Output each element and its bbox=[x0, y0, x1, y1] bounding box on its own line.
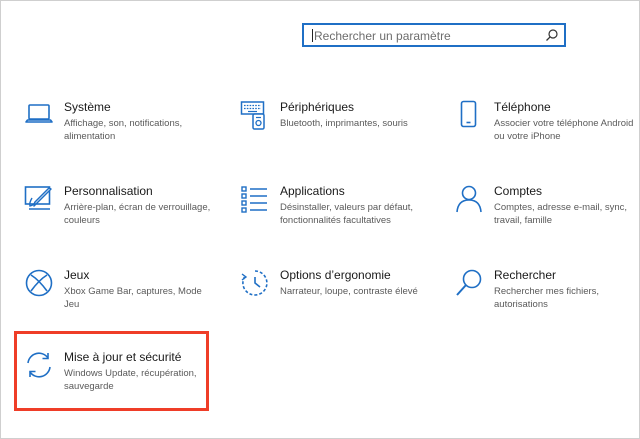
tile-description: Affichage, son, notifications, alimentat… bbox=[64, 118, 183, 142]
tile-title: Téléphone bbox=[494, 100, 551, 114]
laptop-icon bbox=[24, 100, 54, 130]
tile-description: Arrière-plan, écran de verrouillage, cou… bbox=[64, 202, 211, 226]
tile-description: Associer votre téléphone Android ou votr… bbox=[494, 118, 634, 142]
search-box[interactable] bbox=[302, 23, 566, 47]
personalization-icon bbox=[24, 184, 54, 214]
tile-title: Applications bbox=[280, 184, 345, 198]
tile-title: Rechercher bbox=[494, 268, 557, 282]
settings-tile-options-ergonomie[interactable]: Options d’ergonomie Narrateur, loupe, co… bbox=[240, 268, 430, 330]
settings-tile-peripheriques[interactable]: Périphériques Bluetooth, imprimantes, so… bbox=[240, 100, 430, 162]
settings-tile-systeme[interactable]: Système Affichage, son, notifications, a… bbox=[24, 100, 214, 162]
settings-tile-jeux[interactable]: Jeux Xbox Game Bar, captures, Mode Jeu bbox=[24, 268, 214, 330]
search-icon[interactable] bbox=[545, 28, 559, 42]
ease-of-access-icon bbox=[240, 268, 270, 298]
tile-description: Bluetooth, imprimantes, souris bbox=[280, 118, 408, 129]
search-input[interactable] bbox=[314, 27, 542, 44]
tile-title: Périphériques bbox=[280, 100, 355, 114]
tile-description: Rechercher mes fichiers, autorisations bbox=[494, 286, 600, 310]
magnifier-icon bbox=[454, 268, 484, 298]
tile-title: Comptes bbox=[494, 184, 543, 198]
tile-title: Personnalisation bbox=[64, 184, 153, 198]
settings-tile-rechercher[interactable]: Rechercher Rechercher mes fichiers, auto… bbox=[454, 268, 640, 330]
tile-title: Jeux bbox=[64, 268, 90, 282]
settings-tile-comptes[interactable]: Comptes Comptes, adresse e-mail, sync, t… bbox=[454, 184, 640, 246]
tile-title: Options d’ergonomie bbox=[280, 268, 391, 282]
tile-description: Désinstaller, valeurs par défaut, foncti… bbox=[280, 202, 414, 226]
phone-icon bbox=[454, 100, 484, 130]
highlight-box bbox=[14, 331, 209, 411]
settings-tile-applications[interactable]: Applications Désinstaller, valeurs par d… bbox=[240, 184, 430, 246]
settings-tile-personnalisation[interactable]: Personnalisation Arrière-plan, écran de … bbox=[24, 184, 214, 246]
tile-description: Comptes, adresse e-mail, sync, travail, … bbox=[494, 202, 628, 226]
xbox-icon bbox=[24, 268, 54, 298]
tile-description: Xbox Game Bar, captures, Mode Jeu bbox=[64, 286, 202, 310]
apps-list-icon bbox=[240, 184, 270, 214]
settings-tile-telephone[interactable]: Téléphone Associer votre téléphone Andro… bbox=[454, 100, 640, 162]
tile-title: Système bbox=[64, 100, 111, 114]
text-caret bbox=[312, 29, 313, 42]
person-icon bbox=[454, 184, 484, 214]
devices-icon bbox=[240, 100, 270, 130]
tile-description: Narrateur, loupe, contraste élevé bbox=[280, 286, 418, 297]
